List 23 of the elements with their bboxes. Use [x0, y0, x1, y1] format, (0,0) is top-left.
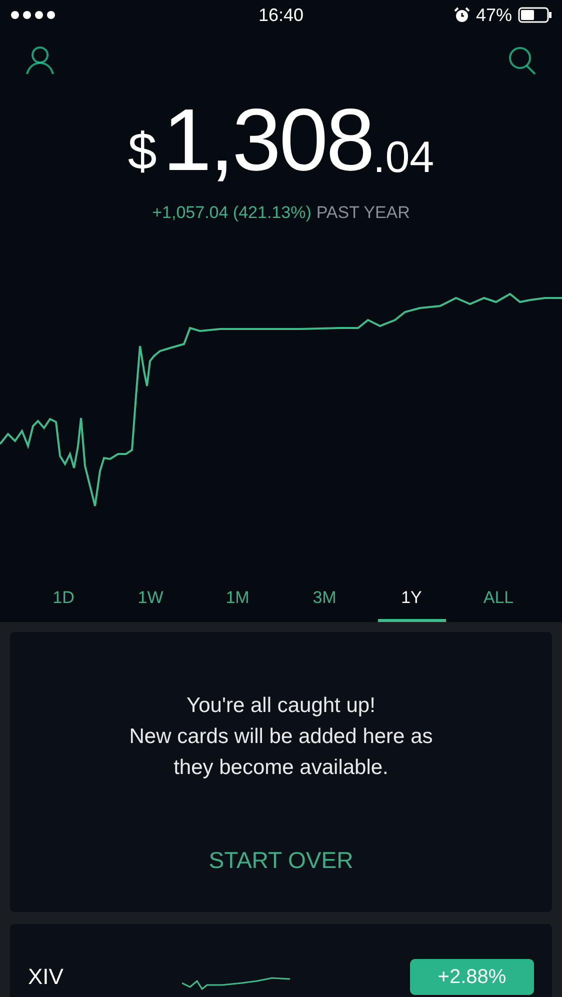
- battery-percent: 47%: [476, 4, 512, 26]
- search-icon: [507, 45, 537, 75]
- caught-up-message: You're all caught up! New cards will be added here as they become available.: [129, 692, 433, 780]
- period-label: PAST YEAR: [316, 202, 410, 224]
- signal-icon: [10, 10, 56, 20]
- stock-symbol: XIV: [28, 963, 64, 991]
- range-tab[interactable]: 3M: [290, 585, 358, 622]
- search-button[interactable]: [506, 44, 538, 76]
- portfolio-value: 1,308: [162, 96, 373, 184]
- battery-icon: [518, 7, 552, 23]
- change-amount: +1,057.04 (421.13%): [152, 202, 312, 224]
- clock-time: 16:40: [258, 4, 304, 26]
- currency-sign: $: [128, 126, 157, 178]
- portfolio-cents: .04: [372, 136, 434, 180]
- range-tab[interactable]: 1M: [204, 585, 272, 622]
- stock-row[interactable]: XIV +2.88%: [10, 924, 552, 997]
- account-button[interactable]: [24, 44, 56, 76]
- person-icon: [25, 45, 55, 75]
- range-tab[interactable]: 1D: [30, 585, 98, 622]
- range-tab[interactable]: 1W: [116, 585, 184, 622]
- start-over-button[interactable]: START OVER: [208, 842, 354, 877]
- alarm-icon: [454, 7, 470, 23]
- range-tab[interactable]: ALL: [464, 585, 532, 622]
